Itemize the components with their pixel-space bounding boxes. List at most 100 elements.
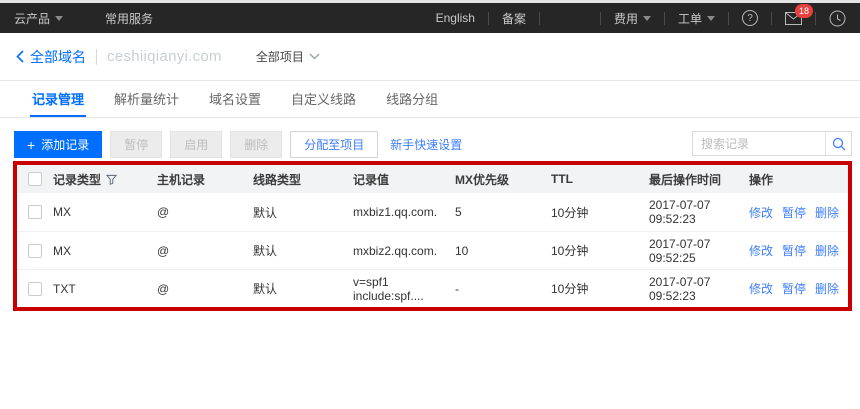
separator	[539, 12, 540, 25]
pause-link[interactable]: 暂停	[782, 242, 806, 259]
line-type: 默认	[253, 204, 353, 221]
delete-link[interactable]: 删除	[815, 280, 839, 297]
back-label: 全部域名	[30, 47, 86, 67]
select-all-checkbox[interactable]	[28, 172, 42, 186]
header-record-value: 记录值	[353, 171, 455, 188]
chevron-down-icon	[55, 16, 63, 21]
record-toolbar: + 添加记录 暂停 启用 删除 分配至项目 新手快速设置	[14, 131, 852, 158]
fees-label: 费用	[614, 10, 638, 27]
header-operations: 操作	[749, 171, 848, 188]
line-type: 默认	[253, 280, 353, 297]
line-type: 默认	[253, 242, 353, 259]
separator	[771, 12, 772, 25]
row-checkbox[interactable]	[28, 205, 42, 219]
topbar-english-link[interactable]: English	[436, 11, 475, 25]
record-value: mxbiz2.qq.com.	[353, 244, 455, 258]
cloud-products-label: 云产品	[14, 10, 50, 27]
quick-setup-link[interactable]: 新手快速设置	[390, 136, 462, 153]
separator	[488, 12, 489, 25]
tab-line-groups[interactable]: 线路分组	[384, 81, 440, 117]
record-type: MX	[53, 244, 157, 258]
topbar-common-services-menu[interactable]: 常用服务	[105, 10, 153, 27]
records-table-highlight: 记录类型 主机记录 线路类型 记录值 MX优先级 TTL 最后操作时间 操作 M…	[13, 161, 852, 311]
ttl-value: 10分钟	[551, 242, 649, 259]
record-value: v=spf1 include:spf....	[353, 275, 455, 303]
separator	[664, 12, 665, 25]
assign-to-project-button[interactable]: 分配至项目	[290, 131, 378, 158]
mx-priority: 5	[455, 205, 551, 219]
topbar-tickets-menu[interactable]: 工单	[678, 10, 715, 27]
tab-resolution-statistics[interactable]: 解析量统计	[112, 81, 181, 117]
separator	[728, 12, 729, 25]
topbar-right: English 备案 费用 工单 ? 18	[436, 10, 846, 27]
delete-button[interactable]: 删除	[230, 131, 282, 158]
last-operation-time: 2017-07-07 09:52:25	[649, 237, 749, 265]
filter-icon[interactable]	[106, 174, 117, 185]
search-button[interactable]	[825, 132, 851, 155]
chevron-down-icon	[309, 53, 320, 60]
topbar-cloud-products-menu[interactable]: 云产品	[14, 10, 63, 27]
tab-domain-settings[interactable]: 域名设置	[207, 81, 263, 117]
record-type: MX	[53, 205, 157, 219]
back-to-all-domains-link[interactable]: 全部域名	[16, 47, 86, 67]
ttl-value: 10分钟	[551, 280, 649, 297]
tab-bar: 记录管理 解析量统计 域名设置 自定义线路 线路分组	[0, 81, 860, 118]
topbar: 云产品 常用服务 English 备案 费用 工单 ? 18	[0, 3, 860, 33]
header-mx-priority: MX优先级	[455, 171, 551, 188]
chevron-down-icon	[643, 16, 651, 21]
modify-link[interactable]: 修改	[749, 280, 773, 297]
header-ttl: TTL	[551, 172, 649, 186]
pause-link[interactable]: 暂停	[782, 280, 806, 297]
separator	[815, 12, 816, 25]
pause-link[interactable]: 暂停	[782, 204, 806, 221]
help-icon[interactable]: ?	[742, 10, 758, 26]
messages-button[interactable]: 18	[785, 12, 802, 25]
mx-priority: 10	[455, 244, 551, 258]
row-checkbox[interactable]	[28, 244, 42, 258]
tab-custom-lines[interactable]: 自定义线路	[289, 81, 358, 117]
table-header-row: 记录类型 主机记录 线路类型 记录值 MX优先级 TTL 最后操作时间 操作	[17, 165, 848, 193]
topbar-fees-menu[interactable]: 费用	[614, 10, 651, 27]
search-input[interactable]	[693, 137, 825, 151]
project-filter-dropdown[interactable]: 全部项目	[256, 48, 320, 65]
common-services-label: 常用服务	[105, 10, 153, 27]
delete-link[interactable]: 删除	[815, 204, 839, 221]
delete-link[interactable]: 删除	[815, 242, 839, 259]
chevron-down-icon	[707, 16, 715, 21]
modify-link[interactable]: 修改	[749, 204, 773, 221]
breadcrumb: 全部域名 ceshiiqianyi.com 全部项目	[0, 33, 860, 81]
pause-button[interactable]: 暂停	[110, 131, 162, 158]
ttl-value: 10分钟	[551, 204, 649, 221]
modify-link[interactable]: 修改	[749, 242, 773, 259]
separator	[600, 12, 601, 25]
header-line-type: 线路类型	[253, 171, 353, 188]
record-value: mxbiz1.qq.com.	[353, 205, 455, 219]
host-record: @	[157, 282, 253, 296]
row-checkbox[interactable]	[28, 282, 42, 296]
clock-icon[interactable]	[829, 10, 846, 27]
last-operation-time: 2017-07-07 09:52:23	[649, 198, 749, 226]
table-row: MX @ 默认 mxbiz2.qq.com. 10 10分钟 2017-07-0…	[17, 231, 848, 269]
mx-priority: -	[455, 282, 551, 296]
project-filter-label: 全部项目	[256, 48, 304, 65]
topbar-beian-link[interactable]: 备案	[502, 10, 526, 27]
divider	[96, 49, 97, 65]
header-last-operation-time: 最后操作时间	[649, 171, 749, 188]
header-record-type: 记录类型	[53, 171, 101, 188]
tickets-label: 工单	[678, 10, 702, 27]
plus-icon: +	[27, 137, 35, 153]
current-domain-name: ceshiiqianyi.com	[107, 48, 222, 65]
header-host-record: 主机记录	[157, 171, 253, 188]
add-record-button[interactable]: + 添加记录	[14, 131, 102, 158]
table-row: MX @ 默认 mxbiz1.qq.com. 5 10分钟 2017-07-07…	[17, 193, 848, 231]
search-icon	[832, 137, 846, 151]
tab-record-management[interactable]: 记录管理	[30, 81, 86, 117]
chevron-left-icon	[16, 50, 24, 63]
record-type: TXT	[53, 282, 157, 296]
search-box	[692, 131, 852, 156]
notification-badge: 18	[795, 4, 813, 18]
host-record: @	[157, 205, 253, 219]
table-row: TXT @ 默认 v=spf1 include:spf.... - 10分钟 2…	[17, 269, 848, 307]
enable-button[interactable]: 启用	[170, 131, 222, 158]
host-record: @	[157, 244, 253, 258]
